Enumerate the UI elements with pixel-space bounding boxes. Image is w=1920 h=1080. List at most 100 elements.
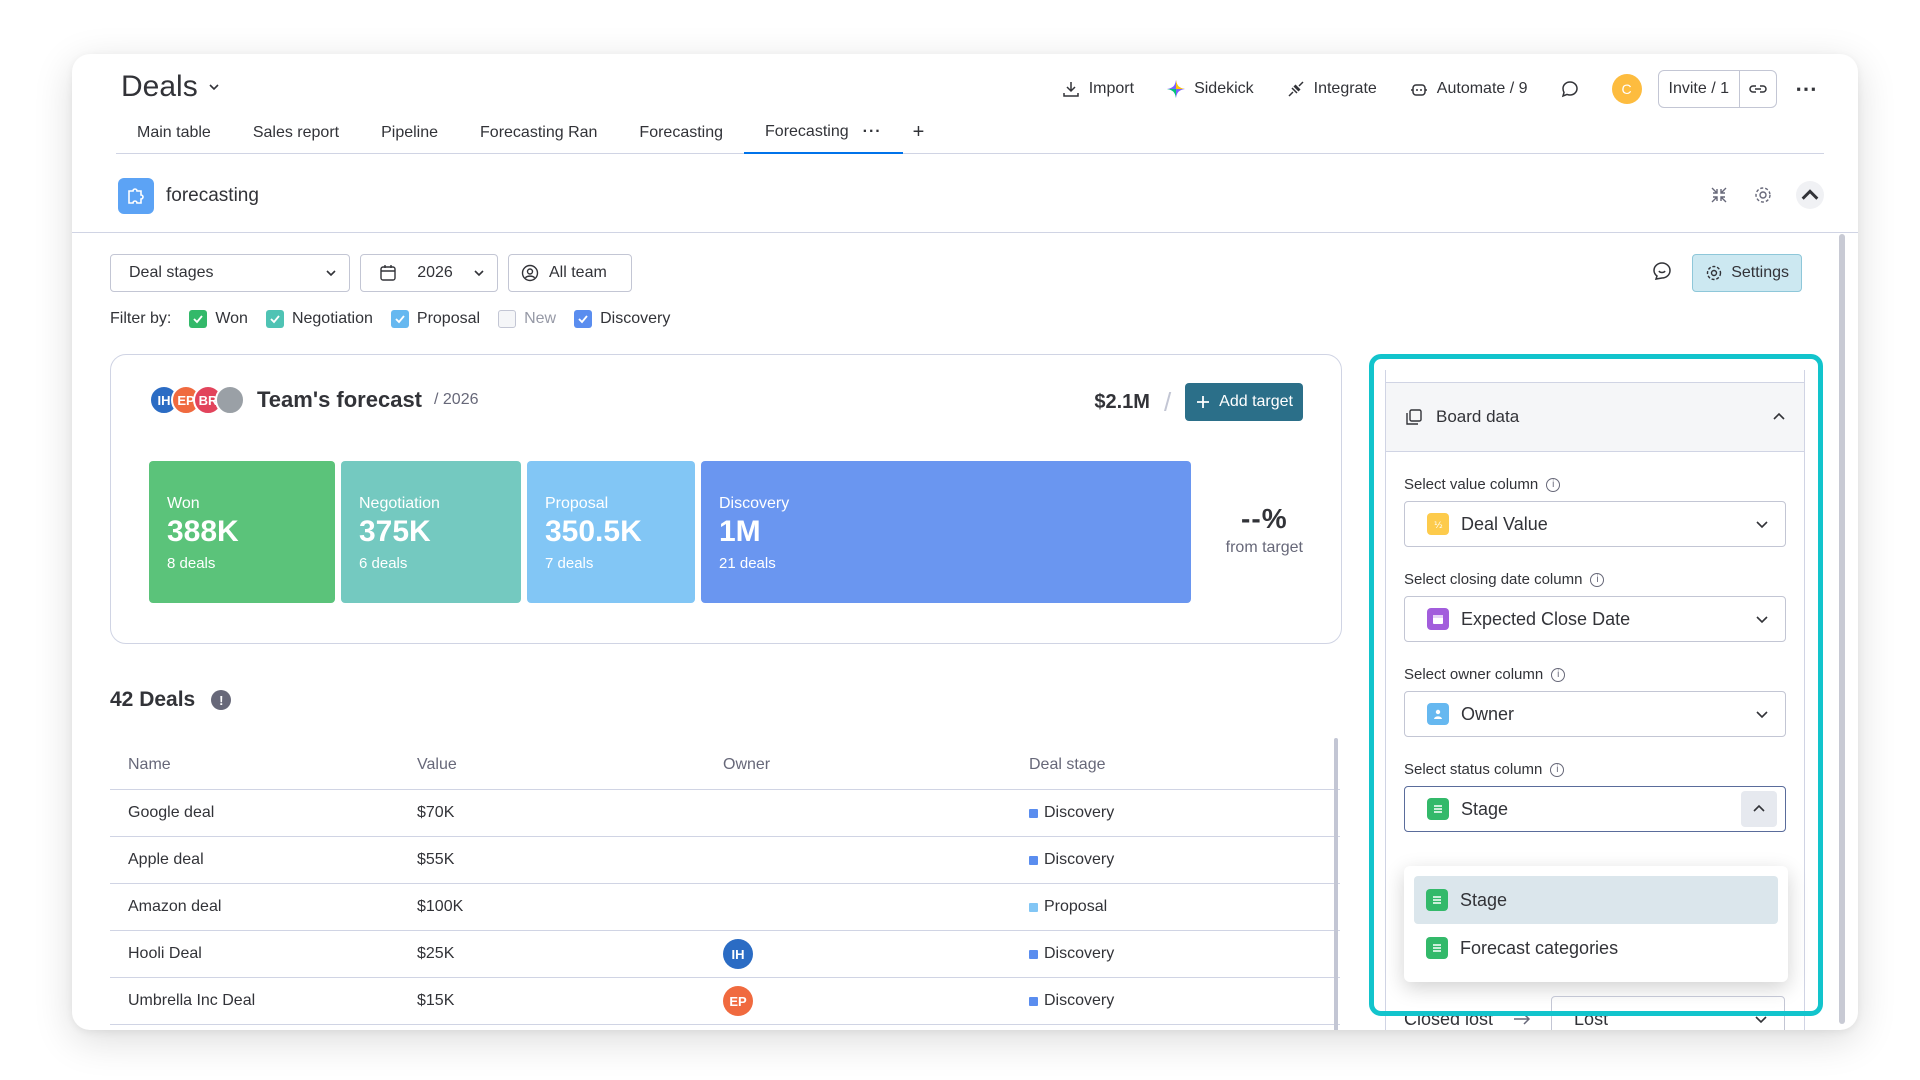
deal-name: Hooli Deal: [128, 945, 202, 962]
column-header-value[interactable]: Value: [417, 756, 723, 774]
tab-forecasting-ran[interactable]: Forecasting Ran: [459, 112, 618, 154]
table-row[interactable]: Apple deal $55K Discovery: [110, 837, 1340, 884]
minimize-icon[interactable]: [1708, 184, 1730, 206]
column-header-owner[interactable]: Owner: [723, 756, 1029, 774]
deal-owner: EP: [723, 986, 1029, 1016]
target-percentage: --% from target: [1226, 503, 1303, 557]
forecast-total: $2.1M: [1094, 390, 1150, 413]
forecast-bar-discovery[interactable]: Discovery 1M 21 deals: [701, 461, 1191, 603]
table-row[interactable]: Hooli Deal $25K IH Discovery: [110, 931, 1340, 978]
tab-main-table[interactable]: Main table: [116, 112, 232, 154]
page-scrollbar[interactable]: [1839, 234, 1845, 1024]
filter-proposal-checkbox[interactable]: Proposal: [390, 310, 480, 328]
collapse-widget-button[interactable]: [1796, 181, 1824, 209]
table-row[interactable]: Umbrella Inc Deal $15K EP Discovery: [110, 978, 1340, 1025]
checkbox-checked-icon: [574, 310, 593, 328]
calendar-icon: [380, 265, 396, 281]
deal-stage: Discovery: [1029, 945, 1335, 963]
column-header-stage[interactable]: Deal stage: [1029, 756, 1335, 774]
filter-negotiation-checkbox[interactable]: Negotiation: [265, 310, 373, 328]
forecast-bar-won[interactable]: Won 388K 8 deals: [149, 461, 335, 603]
year-label: 2026: [417, 264, 453, 281]
chevron-up-icon: [1801, 189, 1819, 200]
gear-icon[interactable]: [1752, 184, 1774, 206]
forecast-title: Team's forecast: [257, 387, 423, 412]
filter-label: Won: [215, 310, 248, 327]
deal-name: Umbrella Inc Deal: [128, 992, 256, 1009]
deal-value: $70K: [417, 804, 455, 821]
filter-discovery-checkbox[interactable]: Discovery: [574, 310, 670, 328]
board-title[interactable]: Deals: [121, 70, 220, 104]
add-target-button[interactable]: Add target: [1185, 383, 1303, 421]
tab-label: Main table: [137, 123, 211, 141]
app-window: Deals Import Sidekick Integrate Automate…: [72, 54, 1858, 1030]
stage-label: Discovery: [1044, 992, 1115, 1009]
forecast-bars: Won 388K 8 deals Negotiation 375K 6 deal…: [149, 461, 1191, 603]
chevron-down-icon: [209, 84, 219, 91]
highlight-outline: [1369, 354, 1823, 1016]
stage-color-icon: [1029, 808, 1038, 818]
add-view-button[interactable]: +: [903, 121, 935, 144]
copy-link-button[interactable]: [1740, 71, 1776, 107]
bar-deals: 7 deals: [545, 555, 594, 572]
table-scrollbar[interactable]: [1334, 738, 1338, 1030]
deal-name: Google deal: [128, 804, 215, 821]
deals-table: Name Value Owner Deal stage Google deal …: [110, 740, 1340, 1025]
forecast-bar-negotiation[interactable]: Negotiation 375K 6 deals: [341, 461, 521, 603]
import-button[interactable]: Import: [1045, 70, 1150, 108]
owner-avatar[interactable]: IH: [723, 939, 753, 969]
automate-button[interactable]: Automate / 9: [1393, 70, 1544, 108]
tab-label: Forecasting: [765, 122, 849, 140]
integrate-icon: [1288, 81, 1304, 97]
board-title-text: Deals: [121, 70, 198, 103]
table-row[interactable]: Google deal $70K Discovery: [110, 790, 1340, 837]
tab-pipeline[interactable]: Pipeline: [360, 112, 459, 154]
checkbox-checked-icon: [390, 310, 409, 328]
deal-value: $100K: [417, 898, 464, 915]
stage-label: Proposal: [1044, 898, 1108, 915]
forecast-target-area: $2.1M / Add target: [1094, 383, 1303, 421]
deals-count-title: 42 Deals !: [110, 688, 232, 712]
bar-deals: 21 deals: [719, 555, 776, 572]
table-header-row: Name Value Owner Deal stage: [110, 740, 1340, 790]
tab-sales-report[interactable]: Sales report: [232, 112, 360, 154]
forecast-header: IH EP BR Team's forecast / 2026: [149, 385, 479, 415]
owner-avatar[interactable]: EP: [723, 986, 753, 1016]
deal-value: $25K: [417, 945, 455, 962]
deal-name: Apple deal: [128, 851, 204, 868]
settings-button[interactable]: Settings: [1692, 254, 1802, 292]
forecast-bar-proposal[interactable]: Proposal 350.5K 7 deals: [527, 461, 695, 603]
team-dropdown[interactable]: All team: [508, 254, 632, 292]
tab-forecasting[interactable]: Forecasting: [618, 112, 744, 154]
table-row[interactable]: Amazon deal $100K Proposal: [110, 884, 1340, 931]
widget-header: forecasting: [118, 178, 259, 214]
add-target-label: Add target: [1219, 393, 1293, 410]
checkbox-checked-icon: [189, 310, 208, 328]
deal-stage: Proposal: [1029, 898, 1335, 916]
deal-stages-dropdown[interactable]: Deal stages: [110, 254, 350, 292]
integrate-button[interactable]: Integrate: [1270, 70, 1393, 108]
updates-button[interactable]: [1544, 70, 1596, 108]
sidekick-button[interactable]: Sidekick: [1150, 70, 1270, 108]
checkbox-unchecked-icon: [498, 310, 517, 328]
checkbox-checked-icon: [265, 310, 284, 328]
invite-button[interactable]: Invite / 1: [1659, 71, 1740, 107]
feedback-icon[interactable]: [1650, 259, 1674, 288]
chevron-down-icon: [326, 270, 336, 277]
filter-new-checkbox[interactable]: New: [498, 310, 556, 328]
bar-label: Proposal: [545, 495, 609, 512]
team-avatars[interactable]: IH EP BR: [149, 385, 245, 415]
more-options-icon[interactable]: ⋯: [1795, 76, 1818, 102]
filter-won-checkbox[interactable]: Won: [189, 310, 248, 328]
info-icon[interactable]: !: [211, 690, 232, 710]
tab-more-icon[interactable]: ···: [863, 123, 882, 141]
forecast-year: / 2026: [434, 391, 479, 408]
column-header-name[interactable]: Name: [110, 756, 417, 774]
deal-value: $55K: [417, 851, 455, 868]
deal-value: $15K: [417, 992, 455, 1009]
tab-forecasting-active[interactable]: Forecasting ···: [744, 112, 903, 154]
year-dropdown[interactable]: 2026: [360, 254, 498, 292]
user-avatar[interactable]: C: [1611, 74, 1642, 104]
filter-label: New: [524, 310, 557, 327]
stage-label: Discovery: [1044, 804, 1115, 821]
